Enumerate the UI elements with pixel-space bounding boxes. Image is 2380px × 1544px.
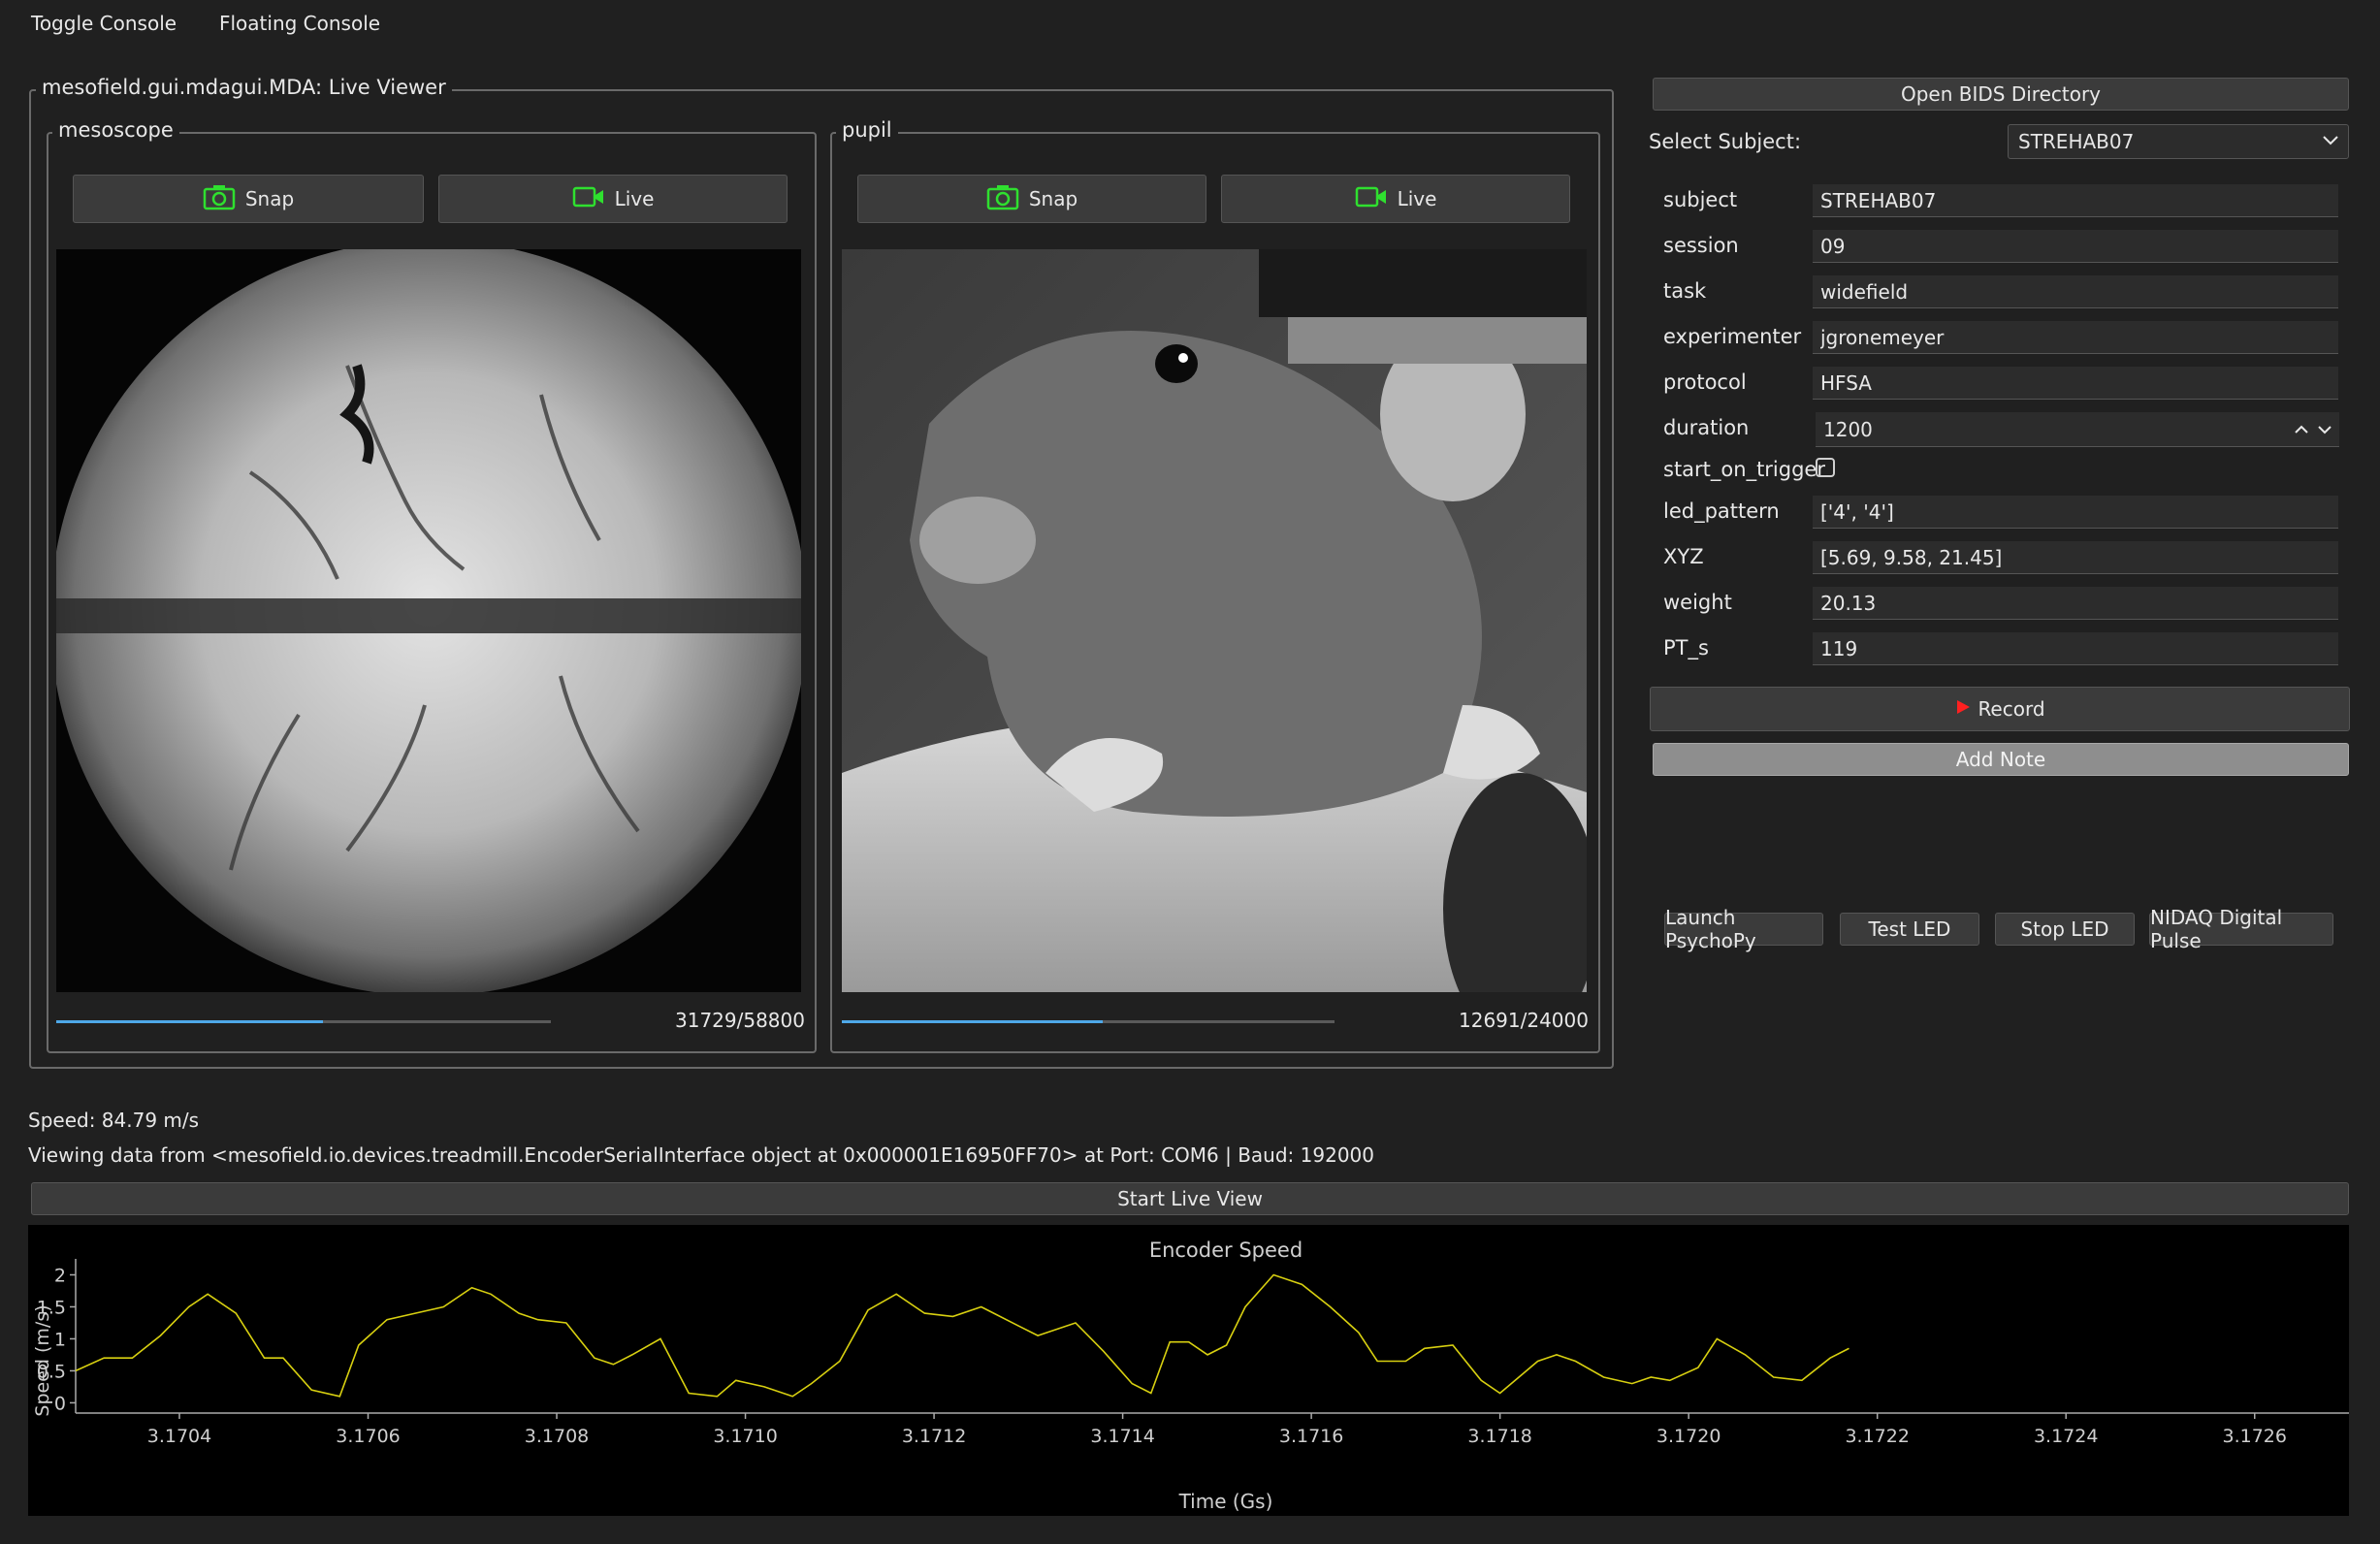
x-tick-label: 3.1720 bbox=[1656, 1426, 1721, 1447]
toggle-console-menu[interactable]: Toggle Console bbox=[31, 12, 177, 35]
duration-value: 1200 bbox=[1823, 418, 1873, 441]
video-camera-icon bbox=[572, 185, 605, 213]
snap-label: Snap bbox=[1028, 187, 1078, 210]
x-tick-label: 3.1706 bbox=[336, 1426, 400, 1447]
x-tick-label: 3.1710 bbox=[713, 1426, 777, 1447]
start-on-trigger-checkbox[interactable] bbox=[1816, 458, 1835, 477]
session-field[interactable] bbox=[1813, 230, 2338, 263]
pt-s-field[interactable] bbox=[1813, 632, 2338, 665]
video-camera-icon bbox=[1355, 185, 1388, 213]
pupil-title: pupil bbox=[836, 118, 898, 142]
chevron-up-icon[interactable] bbox=[2293, 420, 2310, 443]
x-tick-label: 3.1718 bbox=[1467, 1426, 1531, 1447]
live-viewer-title: mesofield.gui.mdagui.MDA: Live Viewer bbox=[36, 76, 452, 99]
y-tick-label: 0 bbox=[54, 1393, 66, 1414]
x-tick-label: 3.1716 bbox=[1279, 1426, 1343, 1447]
experimenter-field[interactable] bbox=[1813, 321, 2338, 354]
y-tick-label: 1.5 bbox=[37, 1297, 66, 1318]
weight-label: weight bbox=[1663, 591, 1732, 614]
pupil-progress-bar bbox=[842, 1020, 1335, 1023]
duration-spinbox[interactable]: 1200 bbox=[1816, 412, 2339, 447]
weight-field[interactable] bbox=[1813, 587, 2338, 620]
session-label: session bbox=[1663, 234, 1739, 257]
open-bids-directory-button[interactable]: Open BIDS Directory bbox=[1653, 78, 2349, 111]
pupil-live-button[interactable]: Live bbox=[1221, 175, 1570, 223]
pupil-snap-button[interactable]: Snap bbox=[857, 175, 1206, 223]
subject-label: subject bbox=[1663, 188, 1738, 211]
mesoscope-snap-button[interactable]: Snap bbox=[73, 175, 424, 223]
launch-psychopy-button[interactable]: Launch PsychoPy bbox=[1664, 906, 1823, 952]
pt-s-label: PT_s bbox=[1663, 636, 1709, 659]
mesoscope-image bbox=[56, 249, 801, 992]
chevron-down-icon[interactable] bbox=[2316, 420, 2333, 443]
subject-field[interactable] bbox=[1813, 184, 2338, 217]
x-tick-label: 3.1724 bbox=[2034, 1426, 2098, 1447]
device-info-text: Viewing data from <mesofield.io.devices.… bbox=[28, 1143, 1374, 1167]
protocol-label: protocol bbox=[1663, 370, 1747, 394]
nidaq-digital-pulse-button[interactable]: NIDAQ Digital Pulse bbox=[2149, 906, 2333, 952]
start-live-view-button[interactable]: Start Live View bbox=[31, 1182, 2349, 1215]
camera-icon bbox=[986, 183, 1019, 215]
stop-led-button[interactable]: Stop LED bbox=[1995, 913, 2135, 946]
live-label: Live bbox=[614, 187, 655, 210]
pupil-frame-count: 12691/24000 bbox=[1459, 1009, 1589, 1032]
led-pattern-field[interactable] bbox=[1813, 496, 2338, 529]
subject-dropdown[interactable]: STREHAB07 bbox=[2008, 124, 2349, 159]
live-label: Live bbox=[1397, 187, 1437, 210]
record-button[interactable]: Record bbox=[1650, 687, 2350, 731]
x-tick-label: 3.1714 bbox=[1090, 1426, 1154, 1447]
pupil-progress-fill bbox=[842, 1020, 1104, 1023]
x-tick-label: 3.1726 bbox=[2222, 1426, 2286, 1447]
xyz-label: XYZ bbox=[1663, 545, 1704, 568]
mesoscope-progress-fill bbox=[56, 1020, 324, 1023]
y-tick-label: 1 bbox=[54, 1329, 66, 1350]
floating-console-menu[interactable]: Floating Console bbox=[219, 12, 380, 35]
task-label: task bbox=[1663, 279, 1707, 303]
mesoscope-frame-count: 31729/58800 bbox=[675, 1009, 805, 1032]
mesoscope-title: mesoscope bbox=[52, 118, 179, 142]
chart-title: Encoder Speed bbox=[1149, 1238, 1303, 1262]
x-tick-label: 3.1708 bbox=[525, 1426, 589, 1447]
chevron-down-icon bbox=[2321, 129, 2340, 155]
record-label: Record bbox=[1978, 697, 2045, 721]
add-note-button[interactable]: Add Note bbox=[1653, 743, 2349, 776]
task-field[interactable] bbox=[1813, 275, 2338, 308]
led-pattern-label: led_pattern bbox=[1663, 499, 1780, 523]
duration-label: duration bbox=[1663, 416, 1750, 439]
record-play-icon bbox=[1954, 697, 1972, 721]
protocol-field[interactable] bbox=[1813, 367, 2338, 400]
mesoscope-progress-bar bbox=[56, 1020, 551, 1023]
test-led-button[interactable]: Test LED bbox=[1840, 913, 1979, 946]
encoder-speed-plot: Encoder Speed Speed (m/s) Time (Gs) 00.5… bbox=[32, 1238, 2349, 1513]
x-tick-label: 3.1712 bbox=[902, 1426, 966, 1447]
experimenter-label: experimenter bbox=[1663, 325, 1802, 348]
chart-x-axis-label: Time (Gs) bbox=[1178, 1490, 1273, 1513]
select-subject-label: Select Subject: bbox=[1649, 130, 1802, 153]
speed-readout: Speed: 84.79 m/s bbox=[28, 1109, 200, 1132]
camera-icon bbox=[203, 183, 236, 215]
pupil-image bbox=[842, 249, 1587, 992]
mesoscope-live-button[interactable]: Live bbox=[438, 175, 788, 223]
y-tick-label: 0.5 bbox=[37, 1361, 66, 1382]
encoder-speed-chart: Encoder Speed Speed (m/s) Time (Gs) 0 0.5… bbox=[28, 1225, 2349, 1516]
subject-dropdown-value: STREHAB07 bbox=[2018, 130, 2135, 153]
speed-series-line bbox=[75, 1273, 1849, 1398]
xyz-field[interactable] bbox=[1813, 541, 2338, 574]
snap-label: Snap bbox=[244, 187, 295, 210]
x-tick-label: 3.1704 bbox=[147, 1426, 211, 1447]
x-tick-label: 3.1722 bbox=[1845, 1426, 1909, 1447]
y-tick-label: 2 bbox=[54, 1265, 66, 1286]
start-on-trigger-label: start_on_trigger bbox=[1663, 458, 1825, 481]
menu-bar: Toggle Console Floating Console bbox=[0, 0, 2380, 45]
